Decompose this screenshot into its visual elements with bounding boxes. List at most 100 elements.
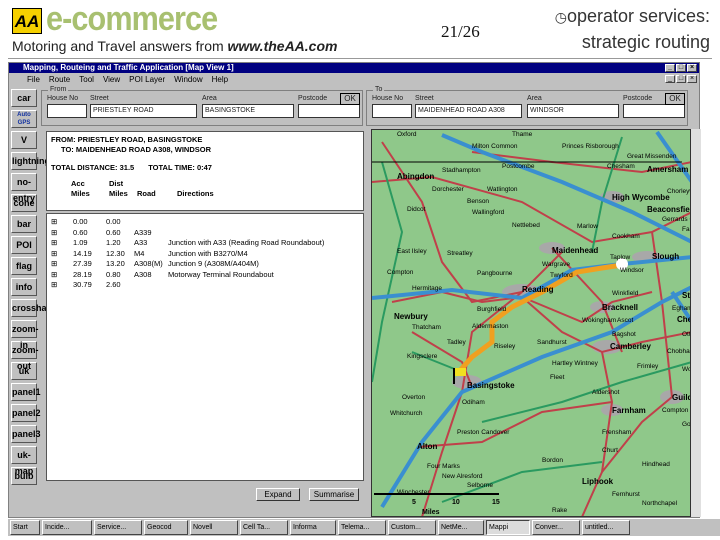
close-button[interactable]: × <box>687 64 697 72</box>
direction-row[interactable]: ⊞ 0.60 0.60 A339 <box>51 228 359 239</box>
taskbar-item[interactable]: Geocod <box>144 520 188 535</box>
to-house-input[interactable] <box>372 104 412 118</box>
col-road: Road <box>137 189 156 198</box>
taskbar-item[interactable]: Mappi <box>486 520 530 535</box>
place-label: Princes Risborough <box>562 143 619 150</box>
dist-miles: 0.00 <box>106 217 121 226</box>
tool-zoom-in-button[interactable]: zoom-in <box>11 320 39 350</box>
taskbar-item[interactable]: NetMe... <box>438 520 484 535</box>
place-label: Stadhampton <box>442 167 481 174</box>
place-label: Four Marks <box>427 463 461 470</box>
direction-row[interactable]: ⊞ 27.39 13.20 A308(M) Junction 9 (A308M/A404… <box>51 259 359 270</box>
tool-bulb-button[interactable]: bulb <box>11 467 37 485</box>
menu-file[interactable]: File <box>27 75 40 84</box>
to-street-input[interactable]: MAIDENHEAD ROAD A308 <box>415 104 522 118</box>
taskbar-item[interactable]: Incide... <box>42 520 92 535</box>
tool-flag-button[interactable]: flag <box>11 257 37 275</box>
taskbar-item[interactable]: untitled... <box>582 520 630 535</box>
minimize-button[interactable]: _ <box>665 64 675 72</box>
house-label: House No <box>372 95 404 102</box>
tool-v-button[interactable]: V <box>11 131 37 149</box>
maximize-button[interactable]: □ <box>676 64 686 72</box>
taskbar-item[interactable]: Service... <box>94 520 142 535</box>
expand-icon[interactable]: ⊞ <box>51 270 73 281</box>
taskbar-start-button[interactable]: Start <box>10 520 40 535</box>
menu-poi-layer[interactable]: POI Layer <box>129 75 165 84</box>
from-ok-button[interactable]: OK <box>340 93 360 105</box>
tool-bar-button[interactable]: bar <box>11 215 37 233</box>
place-label: Postcombe <box>502 163 535 170</box>
child-minimize-button[interactable]: _ <box>665 75 675 83</box>
taskbar-item[interactable]: Conver... <box>532 520 580 535</box>
expand-icon[interactable]: ⊞ <box>51 280 73 291</box>
map-view[interactable]: Oxford Thame Milton Common Princes Risborou… <box>371 129 691 517</box>
summarise-button[interactable]: Summarise <box>309 488 359 501</box>
road: A339 <box>134 227 152 237</box>
from-postcode-input[interactable] <box>298 104 360 118</box>
place-label: Great Missenden <box>627 153 677 160</box>
place-label: Chertsey <box>677 315 691 324</box>
tool-no-entry-button[interactable]: no-entry <box>11 173 37 203</box>
place-label: Gerrards Cross <box>662 216 691 223</box>
tool-crosshair-button[interactable]: crosshair <box>11 299 53 317</box>
scale-tick-label: 15 <box>492 499 500 506</box>
to-area-input[interactable]: WINDSOR <box>527 104 619 118</box>
tool-panel3-button[interactable]: panel3 <box>11 425 41 443</box>
window-title: Mapping, Routeing and Traffic Applicatio… <box>23 63 234 72</box>
to-ok-button[interactable]: OK <box>665 93 685 105</box>
postcode-label: Postcode <box>623 95 653 102</box>
expand-icon[interactable]: ⊞ <box>51 217 73 228</box>
tool-zoom-out-button[interactable]: zoom-out <box>11 341 39 371</box>
road <box>134 280 168 291</box>
menu-help[interactable]: Help <box>212 75 228 84</box>
from-area-input[interactable]: BASINGSTOKE <box>202 104 294 118</box>
direction-row[interactable]: ⊞ 0.00 0.00 <box>51 217 359 228</box>
acc-miles: 1.09 <box>73 238 88 247</box>
tool-auto-gps-button[interactable]: Auto GPS <box>11 110 37 128</box>
tool-uk-map-button[interactable]: uk-map <box>11 446 37 476</box>
tool-panel2-button[interactable]: panel2 <box>11 404 41 422</box>
taskbar-item[interactable]: Telema... <box>338 520 386 535</box>
child-close-button[interactable]: × <box>687 75 697 83</box>
expand-icon[interactable]: ⊞ <box>51 249 73 260</box>
place-label: Fernhurst <box>612 491 640 498</box>
to-postcode-input[interactable] <box>623 104 685 118</box>
place-label: Streatley <box>447 250 473 257</box>
place-label: Newbury <box>394 312 428 321</box>
menu-tool[interactable]: Tool <box>79 75 94 84</box>
place-label: Overton <box>402 394 426 401</box>
direction-row[interactable]: ⊞ 1.09 1.20 A33 Junction with A33 (Reading R… <box>51 238 359 249</box>
tool-panel1-button[interactable]: panel1 <box>11 383 41 401</box>
menu-window[interactable]: Window <box>174 75 202 84</box>
tool-uk-button[interactable]: uk <box>11 362 37 380</box>
place-label: Egham <box>672 305 691 312</box>
direction-row[interactable]: ⊞ 30.79 2.60 <box>51 280 359 291</box>
map-canvas[interactable]: Oxford Thame Milton Common Princes Risborou… <box>372 130 691 517</box>
child-maximize-button[interactable]: □ <box>676 75 686 83</box>
from-house-input[interactable] <box>47 104 87 118</box>
map-scrollbar[interactable] <box>691 129 701 517</box>
tagline-url: www.theAA.com <box>227 38 338 54</box>
taskbar-item[interactable]: Informa <box>290 520 336 535</box>
tool-poi-button[interactable]: POI <box>11 236 37 254</box>
expand-icon[interactable]: ⊞ <box>51 238 73 249</box>
expand-button[interactable]: Expand <box>256 488 300 501</box>
place-label: Hartley Wintney <box>552 360 599 367</box>
place-label: Compton <box>387 269 414 276</box>
menu-view[interactable]: View <box>103 75 120 84</box>
direction-row[interactable]: ⊞ 14.19 12.30 M4 Junction with B3270/M4 <box>51 249 359 260</box>
taskbar-item[interactable]: Custom... <box>388 520 436 535</box>
from-line: FROM: PRIESTLEY ROAD, BASINGSTOKE <box>51 135 203 144</box>
tool-lightning-button[interactable]: lightning <box>11 152 50 170</box>
taskbar-item[interactable]: Cell Ta... <box>240 520 288 535</box>
menu-route[interactable]: Route <box>49 75 70 84</box>
taskbar-item[interactable]: Novell <box>190 520 238 535</box>
menu-bar: File Route Tool View POI Layer Window Help _ □ × <box>9 74 699 85</box>
expand-icon[interactable]: ⊞ <box>51 259 73 270</box>
tool-cone-button[interactable]: cone <box>11 194 37 212</box>
direction-row[interactable]: ⊞ 28.19 0.80 A308 Motorway Terminal Roundabo… <box>51 270 359 281</box>
from-street-input[interactable]: PRIESTLEY ROAD <box>90 104 197 118</box>
tool-car-button[interactable]: car <box>11 89 37 107</box>
tool-info-button[interactable]: info <box>11 278 37 296</box>
expand-icon[interactable]: ⊞ <box>51 228 73 239</box>
